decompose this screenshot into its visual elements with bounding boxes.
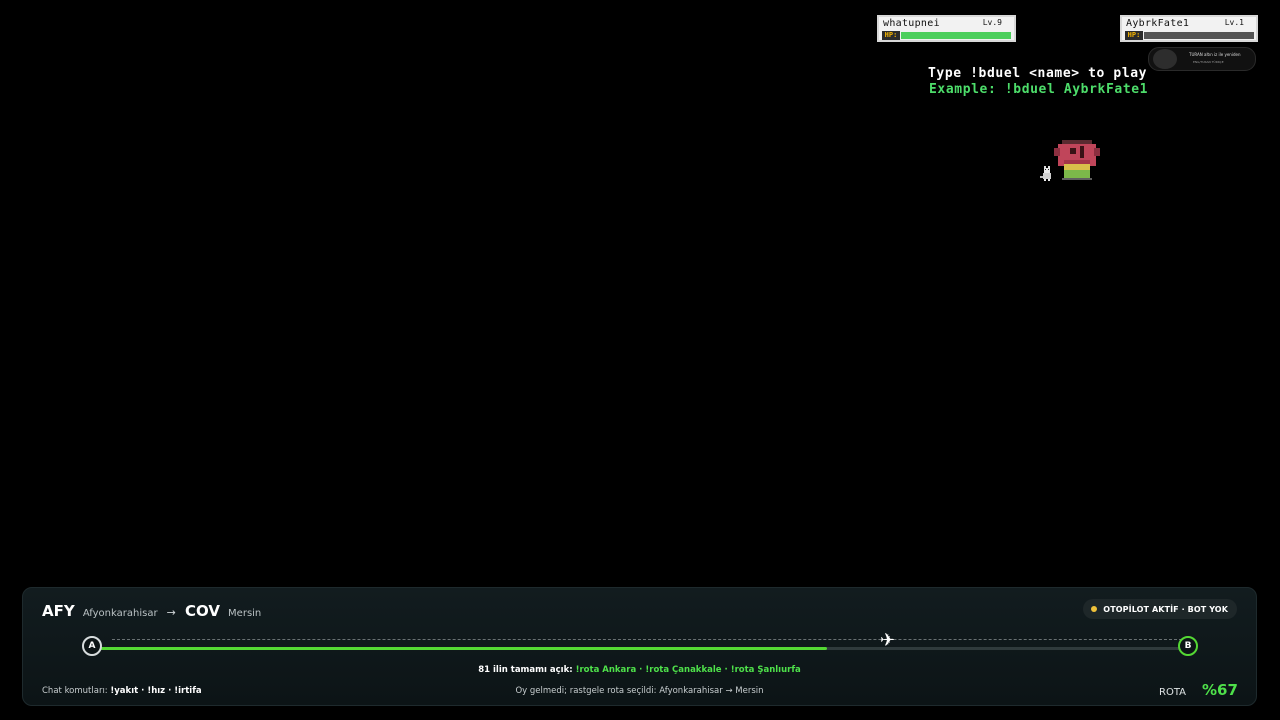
hp-bar-fill <box>901 32 1011 39</box>
route-progress-fill <box>92 647 827 650</box>
hp-label: HP: <box>882 31 900 40</box>
route-percent: %67 <box>1202 681 1238 699</box>
flight-route-panel: AFY Afyonkarahisar → COV Mersin OTOPİLOT… <box>22 587 1257 706</box>
channel-logo <box>1153 49 1177 69</box>
route-separator: · <box>721 665 731 675</box>
start-node-a: A <box>82 636 102 656</box>
instruction-text: Type !bduel <name> to play <box>928 66 1148 81</box>
route-arrow: → <box>166 606 176 619</box>
route-dashed-line <box>112 639 1182 640</box>
routes-prefix: 81 ilin tamamı açık: <box>478 665 573 675</box>
player-hp-card-aybrkfate1: AybrkFate1 Lv.1 HP: <box>1120 15 1258 42</box>
monster-sprite <box>1054 140 1100 180</box>
route-header: AFY Afyonkarahisar → COV Mersin <box>42 601 265 620</box>
route-options-line: 81 ilin tamamı açık: !rota Ankara · !rot… <box>23 665 1256 675</box>
route-option: !rota Çanakkale <box>645 665 722 675</box>
player-level: Lv.1 <box>1224 18 1244 27</box>
player-hp-card-whatupnei: whatupnei Lv.9 HP: <box>877 15 1016 42</box>
autopilot-status-text: OTOPİLOT AKTİF · BOT YOK <box>1103 604 1228 614</box>
route-option: !rota Şanlıurfa <box>730 665 801 675</box>
autopilot-status-badge: OTOPİLOT AKTİF · BOT YOK <box>1083 599 1237 619</box>
vote-status-text: Oy gelmedi; rastgele rota seçildi: Afyon… <box>515 686 764 696</box>
channel-badge: TURAN altın iz ile yeniden ENG/TURAN TÜR… <box>1148 47 1256 71</box>
hp-label: HP: <box>1125 31 1143 40</box>
player-level: Lv.9 <box>982 18 1002 27</box>
status-dot-icon <box>1091 606 1098 612</box>
player-name: whatupnei <box>883 18 940 29</box>
badge-subtitle: ENG/TURAN TÜRKÇE <box>1193 60 1224 64</box>
origin-code: AFY <box>42 602 75 620</box>
player-name: AybrkFate1 <box>1126 18 1190 29</box>
hp-bar <box>901 32 1011 39</box>
route-option: !rota Ankara <box>575 665 637 675</box>
route-separator: · <box>636 665 646 675</box>
origin-city: Afyonkarahisar <box>82 608 158 619</box>
end-node-b: B <box>1178 636 1198 656</box>
plane-icon: ✈ <box>880 630 896 651</box>
badge-title: TURAN altın iz ile yeniden <box>1189 52 1241 57</box>
destination-city: Mersin <box>228 608 262 619</box>
example-text: Example: !bduel AybrkFate1 <box>929 82 1149 97</box>
hp-bar <box>1144 32 1254 39</box>
route-progress-track <box>92 647 1189 650</box>
rota-label: ROTA <box>1159 687 1186 698</box>
destination-code: COV <box>184 602 220 620</box>
